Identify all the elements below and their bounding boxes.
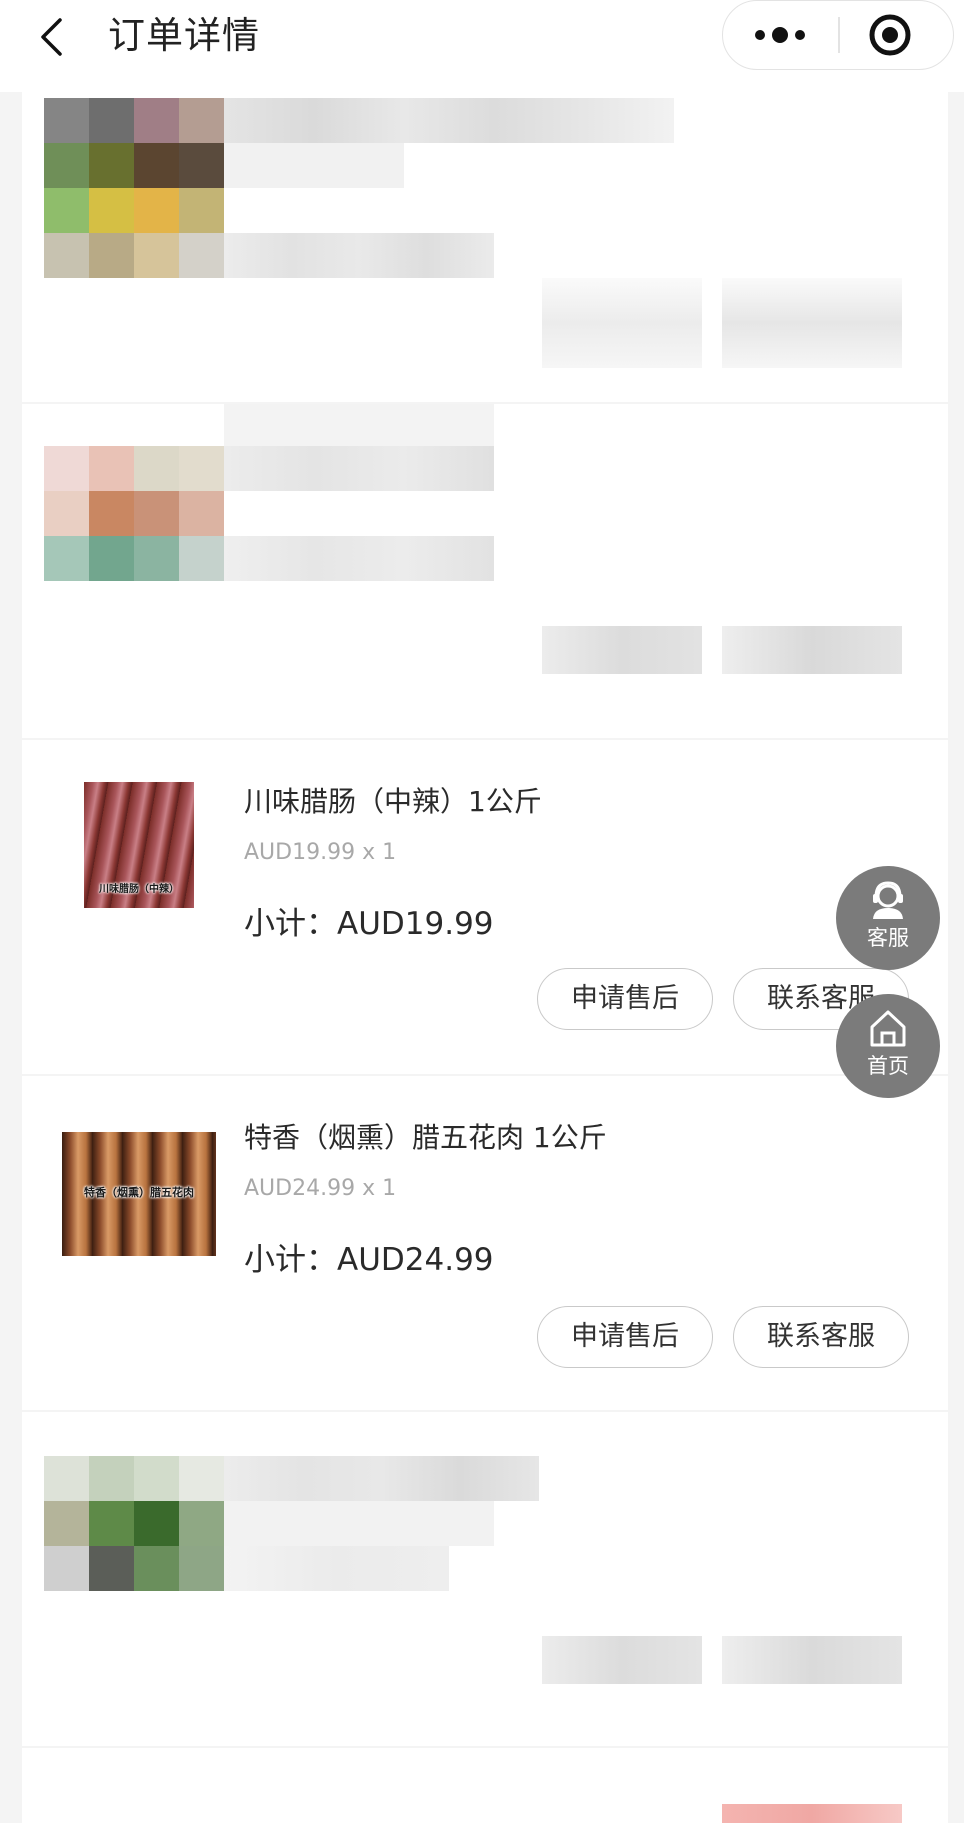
blurred-text [224,536,494,581]
subtotal: 小计：AUD19.99 [244,906,494,942]
contact-service-button[interactable]: 联系客服 [733,1306,909,1368]
more-dots-icon [755,27,805,43]
product-image-caption: 川味腊肠（中辣） [99,884,179,895]
after-sale-button[interactable]: 申请售后 [537,1306,713,1368]
order-item-blurred [22,80,948,402]
mini-program-capsule [722,0,954,70]
customer-service-icon [873,881,903,919]
home-label: 首页 [867,1054,909,1078]
home-icon [870,1010,906,1047]
blurred-button [542,1636,702,1684]
chevron-left-icon [41,18,62,56]
product-name: 川味腊肠（中辣）1公斤 [244,785,542,818]
order-item: 川味腊肠（中辣） 川味腊肠（中辣）1公斤 AUD19.99 x 1 小计：AUD… [22,740,948,1074]
blurred-text [224,233,494,278]
blurred-button [722,1636,902,1684]
blurred-text [224,1501,494,1546]
customer-service-label: 客服 [867,926,909,950]
home-float-button[interactable]: 首页 [836,994,940,1098]
blurred-text [224,446,494,491]
blurred-text [224,1546,449,1591]
blurred-product-thumbnail [44,446,224,581]
close-button[interactable] [839,1,954,69]
blurred-button [542,278,702,368]
order-item-blurred [22,1412,948,1746]
product-image[interactable]: 特香（烟熏）腊五花肉 [62,1132,216,1256]
blurred-product-thumbnail [44,1456,224,1591]
blurred-text [224,98,674,143]
product-image[interactable]: 川味腊肠（中辣） [84,782,194,908]
blurred-text [224,143,404,188]
order-item-blurred [22,404,948,738]
unit-price: AUD24.99 x 1 [244,1176,397,1201]
blurred-button [722,626,902,674]
order-item: 特香（烟熏）腊五花肉 特香（烟熏）腊五花肉 1公斤 AUD24.99 x 1 小… [22,1076,948,1410]
unit-price: AUD19.99 x 1 [244,840,397,865]
subtotal: 小计：AUD24.99 [244,1242,494,1278]
blurred-text [224,1456,539,1501]
blurred-price [722,1804,902,1823]
after-sale-button[interactable]: 申请售后 [537,968,713,1030]
product-image-caption: 特香（烟熏）腊五花肉 [84,1186,194,1199]
product-name: 特香（烟熏）腊五花肉 1公斤 [244,1121,607,1154]
back-button[interactable] [30,12,80,62]
page-title: 订单详情 [108,14,260,57]
blurred-text [224,404,494,446]
blurred-product-thumbnail [44,98,224,278]
order-item-blurred [22,1748,948,1823]
blurred-button [722,278,902,368]
blurred-button [542,626,702,674]
navigation-bar: 订单详情 [0,0,964,92]
target-circle-icon [869,14,911,56]
more-button[interactable] [723,1,838,69]
customer-service-float-button[interactable]: 客服 [836,866,940,970]
